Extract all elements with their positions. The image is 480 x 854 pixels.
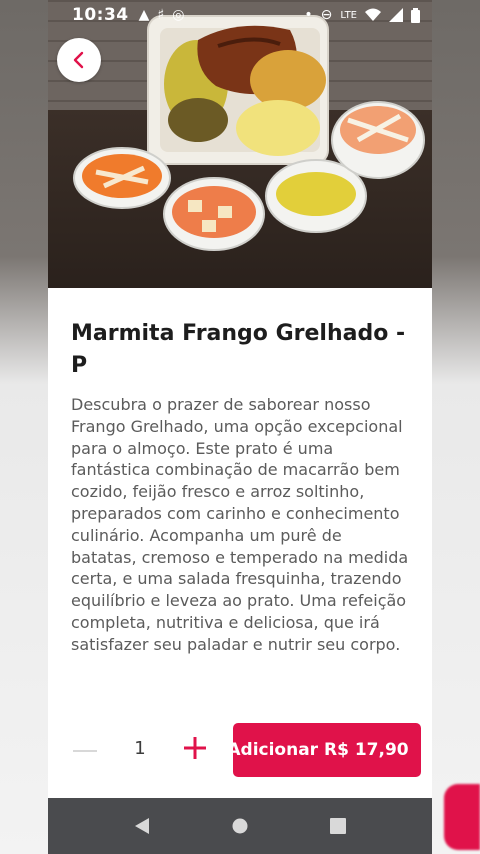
dot-icon: • bbox=[304, 7, 313, 23]
square-recents-icon bbox=[330, 818, 346, 834]
nav-back-button[interactable] bbox=[127, 811, 157, 841]
background-left bbox=[0, 0, 48, 854]
chevron-left-icon bbox=[73, 51, 84, 69]
add-to-cart-label: Adicionar R$ 17,90 bbox=[233, 740, 409, 760]
warning-icon: ▲ bbox=[138, 7, 150, 23]
product-description: Descubra o prazer de saborear nosso Fran… bbox=[71, 395, 409, 654]
increase-quantity-button[interactable] bbox=[180, 733, 210, 763]
add-to-cart-bar: 1 Adicionar R$ 17,90 bbox=[48, 700, 432, 798]
background-accent bbox=[444, 784, 480, 850]
product-image: 10:34 ▲ ♯ ◎ • ⊖ LTE bbox=[48, 0, 432, 288]
back-button[interactable] bbox=[57, 38, 101, 82]
wifi-icon bbox=[365, 8, 381, 21]
phone-screen: 10:34 ▲ ♯ ◎ • ⊖ LTE Marmita Frango Grelh… bbox=[48, 0, 432, 854]
battery-icon bbox=[411, 7, 420, 23]
phone-link-icon: ◎ bbox=[172, 7, 185, 23]
plus-icon bbox=[184, 737, 206, 759]
status-time: 10:34 bbox=[72, 5, 129, 25]
minus-icon bbox=[73, 750, 97, 752]
status-icons-left: ▲ ♯ ◎ bbox=[139, 7, 185, 23]
volte-icon: LTE bbox=[340, 9, 357, 21]
signal-icon bbox=[389, 8, 403, 22]
add-to-cart-button[interactable]: Adicionar R$ 17,90 bbox=[233, 723, 421, 777]
status-bar: 10:34 ▲ ♯ ◎ • ⊖ LTE bbox=[48, 0, 432, 30]
background-right bbox=[432, 0, 480, 854]
nav-recents-button[interactable] bbox=[323, 811, 353, 841]
nav-home-button[interactable] bbox=[225, 811, 255, 841]
food-illustration bbox=[73, 15, 425, 251]
system-nav-bar bbox=[48, 798, 432, 854]
status-icons-right: • ⊖ LTE bbox=[304, 7, 420, 23]
tracker-icon: ♯ bbox=[157, 7, 165, 23]
triangle-back-icon bbox=[135, 818, 149, 834]
do-not-disturb-icon: ⊖ bbox=[320, 7, 333, 23]
decrease-quantity-button[interactable] bbox=[70, 736, 100, 766]
quantity-value: 1 bbox=[134, 738, 146, 759]
circle-home-icon bbox=[232, 818, 248, 834]
product-title: Marmita Frango Grelhado - P bbox=[71, 321, 406, 378]
